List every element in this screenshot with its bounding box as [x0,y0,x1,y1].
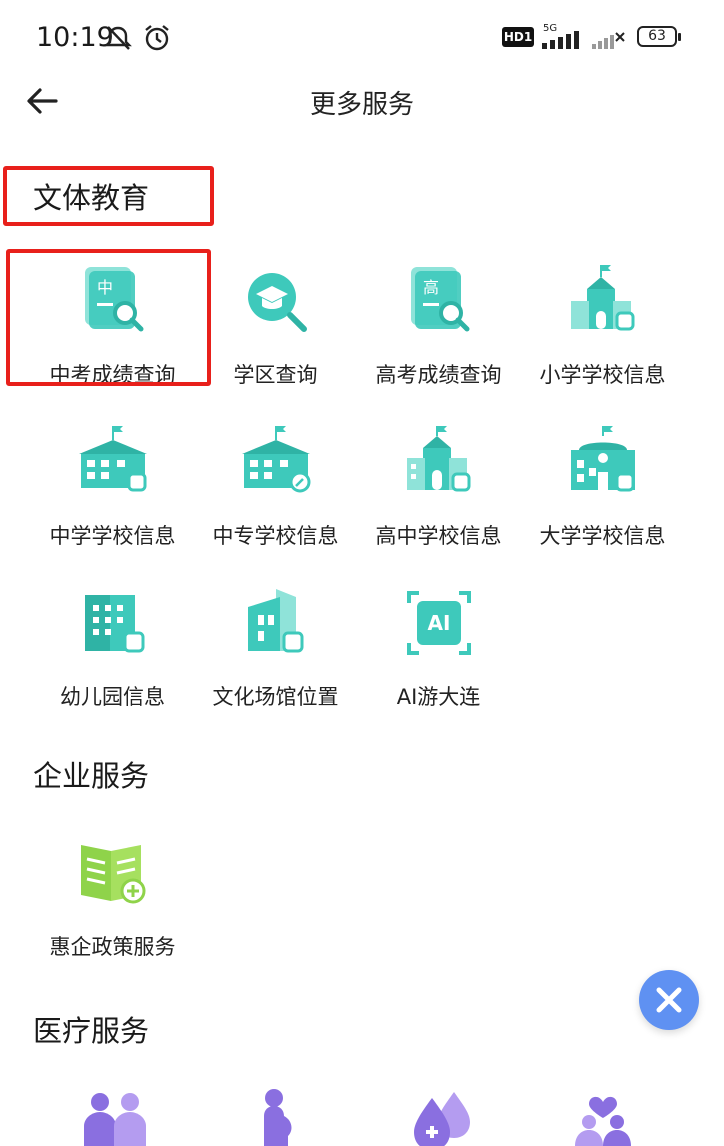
pregnant-woman-icon[interactable] [240,1088,316,1146]
service-tile-ai-travel[interactable]: AI AI游大连 [356,585,521,735]
tile-label: 高考成绩查询 [375,363,502,387]
signal-strength-icon [542,31,579,49]
status-bar: 10:19 HD1 5G 63 [0,0,724,76]
highlight-box-zhongkao-tile [6,249,211,386]
service-tile-cultural-venue[interactable]: 文化场馆位置 [193,585,358,735]
close-icon [656,987,682,1013]
service-tile-vocational-school[interactable]: 中专学校信息 [193,424,358,574]
service-tile-gaokao-score[interactable]: 高 高考成绩查询 [356,263,521,413]
enterprise-policy-book-icon [80,845,145,904]
tile-label: 中专学校信息 [212,524,339,548]
section-title-medical: 医疗服务 [33,1014,150,1048]
tile-label: 高中学校信息 [375,524,502,548]
middle-school-icon [78,426,147,492]
tile-label: 幼儿园信息 [60,685,165,709]
service-tile-kindergarten[interactable]: 幼儿园信息 [30,585,195,735]
service-tile-primary-school[interactable]: 小学学校信息 [520,263,685,413]
doctor-patient-icon[interactable] [78,1090,154,1146]
highlight-box-section-title [3,166,214,226]
mute-notification-icon [104,26,132,50]
tile-label: 中学学校信息 [49,524,176,548]
tile-label: 惠企政策服务 [49,935,176,959]
tile-label: 小学学校信息 [539,363,666,387]
service-tile-enterprise-policy[interactable]: 惠企政策服务 [30,835,195,985]
service-tile-university[interactable]: 大学学校信息 [520,424,685,574]
primary-school-icon [570,265,634,331]
ai-glyph: AI [427,611,450,635]
tile-label: 学区查询 [233,363,318,387]
blood-drop-icon[interactable] [404,1088,480,1146]
page-title: 更多服务 [309,90,414,120]
high-school-icon [406,426,470,492]
kindergarten-icon [84,595,144,653]
service-tile-middle-school[interactable]: 中学学校信息 [30,424,195,574]
battery-indicator: 63 [637,26,681,47]
service-tile-high-school[interactable]: 高中学校信息 [356,424,521,574]
ai-travel-icon: AI [406,591,471,655]
gaokao-glyph: 高 [422,278,438,297]
service-tile-school-district[interactable]: 学区查询 [193,263,358,413]
secondary-signal-icon [592,32,625,49]
family-care-icon[interactable] [565,1088,641,1146]
tile-label: 大学学校信息 [539,524,666,548]
tile-label: AI游大连 [396,685,481,709]
section-title-enterprise: 企业服务 [33,759,150,793]
tile-label: 文化场馆位置 [212,685,339,709]
cultural-venue-icon [247,589,303,653]
close-button[interactable] [639,970,699,1030]
gaokao-score-icon: 高 [410,267,469,332]
nav-bar: 更多服务 [0,76,724,126]
alarm-clock-icon [145,25,169,51]
university-icon [570,426,635,492]
school-district-search-icon [247,273,307,332]
vocational-school-icon [241,426,310,493]
hd-badge: HD1 [502,27,534,47]
